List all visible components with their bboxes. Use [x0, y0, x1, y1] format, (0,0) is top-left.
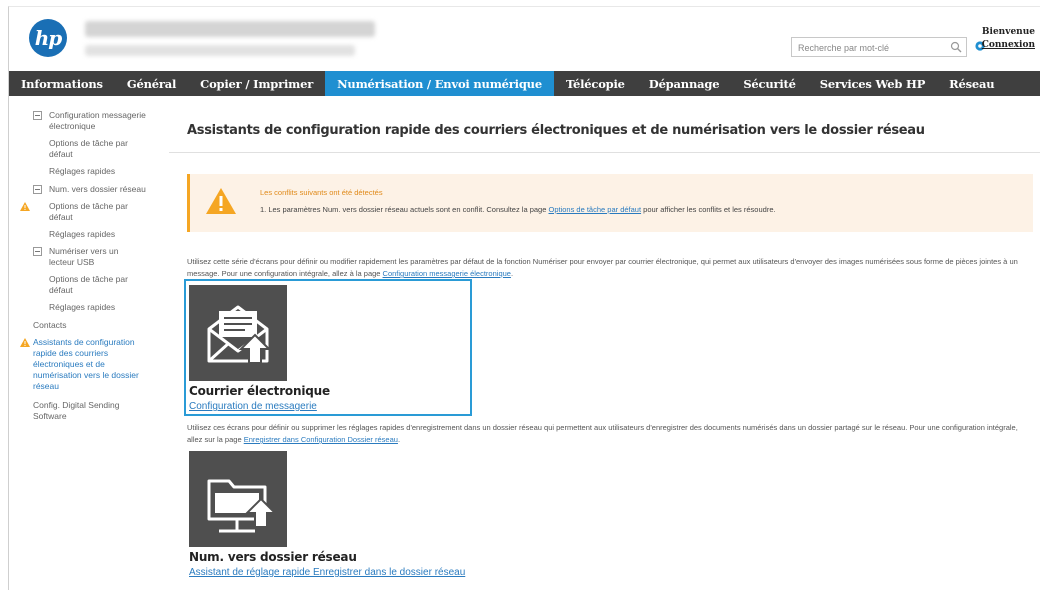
- sidebar-item-label: Config. Digital Sending Software: [33, 400, 120, 421]
- folder-setup-link[interactable]: Enregistrer dans Configuration Dossier r…: [244, 435, 398, 444]
- conflict-alert: Les conflits suivants ont été détectés 1…: [187, 174, 1033, 232]
- alert-title: Les conflits suivants ont été détectés: [260, 188, 383, 197]
- sidebar-item-email-setup[interactable]: Configuration messagerie électronique: [9, 110, 159, 132]
- tab-fax[interactable]: Télécopie: [554, 71, 637, 96]
- folder-wizard-link[interactable]: Assistant de réglage rapide Enregistrer …: [189, 567, 465, 578]
- tab-scan-digital-send[interactable]: Numérisation / Envoi numérique: [325, 71, 554, 96]
- alert-message: 1. Les paramètres Num. vers dossier rése…: [260, 205, 776, 214]
- sidebar-item-label: Réglages rapides: [49, 229, 116, 239]
- search-icon[interactable]: [950, 41, 962, 53]
- email-card-title: Courrier électronique: [189, 384, 330, 398]
- warning-icon: [20, 338, 30, 347]
- sidebar-item-label: Num. vers dossier réseau: [49, 184, 146, 194]
- sidebar-item-contacts[interactable]: Contacts: [9, 320, 169, 331]
- collapse-icon[interactable]: [33, 111, 42, 120]
- folder-card-title: Num. vers dossier réseau: [189, 550, 357, 564]
- browser-frame: hp Bienvenue Connexion Informations Géné…: [8, 6, 1040, 590]
- sidebar: Configuration messagerie électronique Op…: [9, 96, 169, 590]
- alert-message-text: 1. Les paramètres Num. vers dossier rése…: [260, 205, 549, 214]
- sidebar-item-scan-to-usb[interactable]: Numériser vers un lecteur USB: [9, 246, 134, 268]
- collapse-icon[interactable]: [33, 247, 42, 256]
- sidebar-item-label: Configuration messagerie électronique: [49, 110, 146, 131]
- sidebar-item-label: Options de tâche par défaut: [49, 201, 128, 222]
- search-input[interactable]: [792, 39, 942, 57]
- folder-description: Utilisez ces écrans pour définir ou supp…: [187, 422, 1033, 446]
- tab-hp-web-services[interactable]: Services Web HP: [808, 71, 937, 96]
- network-folder-icon: [207, 479, 278, 533]
- email-description: Utilisez cette série d'écrans pour défin…: [187, 256, 1033, 280]
- sidebar-item-folder-quick-sets[interactable]: Réglages rapides: [9, 229, 169, 240]
- sidebar-item-quick-setup-wizards[interactable]: Assistants de configuration rapide des c…: [9, 337, 155, 392]
- main-nav: Informations Général Copier / Imprimer N…: [9, 71, 1040, 96]
- email-setup-link[interactable]: Configuration messagerie électronique: [383, 269, 511, 278]
- email-envelope-icon: [207, 305, 272, 364]
- header: hp Bienvenue Connexion: [9, 7, 1040, 69]
- sidebar-item-digital-sending-software[interactable]: Config. Digital Sending Software: [9, 400, 139, 422]
- sidebar-item-label: Options de tâche par défaut: [49, 274, 128, 295]
- hp-logo[interactable]: hp: [29, 19, 67, 57]
- default-options-link[interactable]: Options de tâche par défaut: [548, 205, 641, 214]
- warning-icon: [20, 202, 30, 211]
- tab-security[interactable]: Sécurité: [731, 71, 807, 96]
- alert-message-text: pour afficher les conflits et les résoud…: [641, 205, 776, 214]
- email-config-link[interactable]: Configuration de messagerie: [189, 401, 317, 412]
- tab-copy-print[interactable]: Copier / Imprimer: [188, 71, 325, 96]
- sidebar-item-label: Contacts: [33, 320, 67, 330]
- divider: [169, 152, 1040, 153]
- description-text: Utilisez cette série d'écrans pour défin…: [187, 257, 1018, 278]
- description-text: .: [510, 269, 514, 278]
- tab-network[interactable]: Réseau: [937, 71, 1006, 96]
- sidebar-item-label: Réglages rapides: [49, 302, 116, 312]
- email-tile[interactable]: [189, 285, 287, 381]
- warning-icon: [206, 188, 236, 214]
- sidebar-item-label: Réglages rapides: [49, 166, 116, 176]
- collapse-icon[interactable]: [33, 185, 42, 194]
- printer-name-blurred: [85, 21, 375, 37]
- login-link[interactable]: Connexion: [982, 40, 1035, 50]
- sidebar-item-usb-default-options[interactable]: Options de tâche par défaut: [9, 274, 139, 296]
- sidebar-item-folder-default-options[interactable]: Options de tâche par défaut: [9, 201, 139, 223]
- tab-general[interactable]: Général: [115, 71, 188, 96]
- description-text: .: [397, 435, 401, 444]
- sidebar-item-label: Numériser vers un lecteur USB: [49, 246, 119, 267]
- welcome-text: Bienvenue: [981, 27, 1035, 37]
- sidebar-item-email-quick-sets[interactable]: Réglages rapides: [9, 166, 169, 177]
- search-box: [791, 37, 967, 57]
- sidebar-item-scan-to-folder[interactable]: Num. vers dossier réseau: [9, 184, 169, 195]
- sidebar-item-usb-quick-sets[interactable]: Réglages rapides: [9, 302, 169, 313]
- main-content: Assistants de configuration rapide des c…: [169, 96, 1040, 590]
- sidebar-item-email-default-options[interactable]: Options de tâche par défaut: [9, 138, 139, 160]
- tab-troubleshooting[interactable]: Dépannage: [637, 71, 732, 96]
- page-title: Assistants de configuration rapide des c…: [187, 123, 925, 138]
- sidebar-item-label: Options de tâche par défaut: [49, 138, 128, 159]
- folder-tile[interactable]: [189, 451, 287, 547]
- tab-informations[interactable]: Informations: [9, 71, 115, 96]
- printer-address-blurred: [85, 45, 355, 56]
- sidebar-item-label: Assistants de configuration rapide des c…: [33, 337, 139, 391]
